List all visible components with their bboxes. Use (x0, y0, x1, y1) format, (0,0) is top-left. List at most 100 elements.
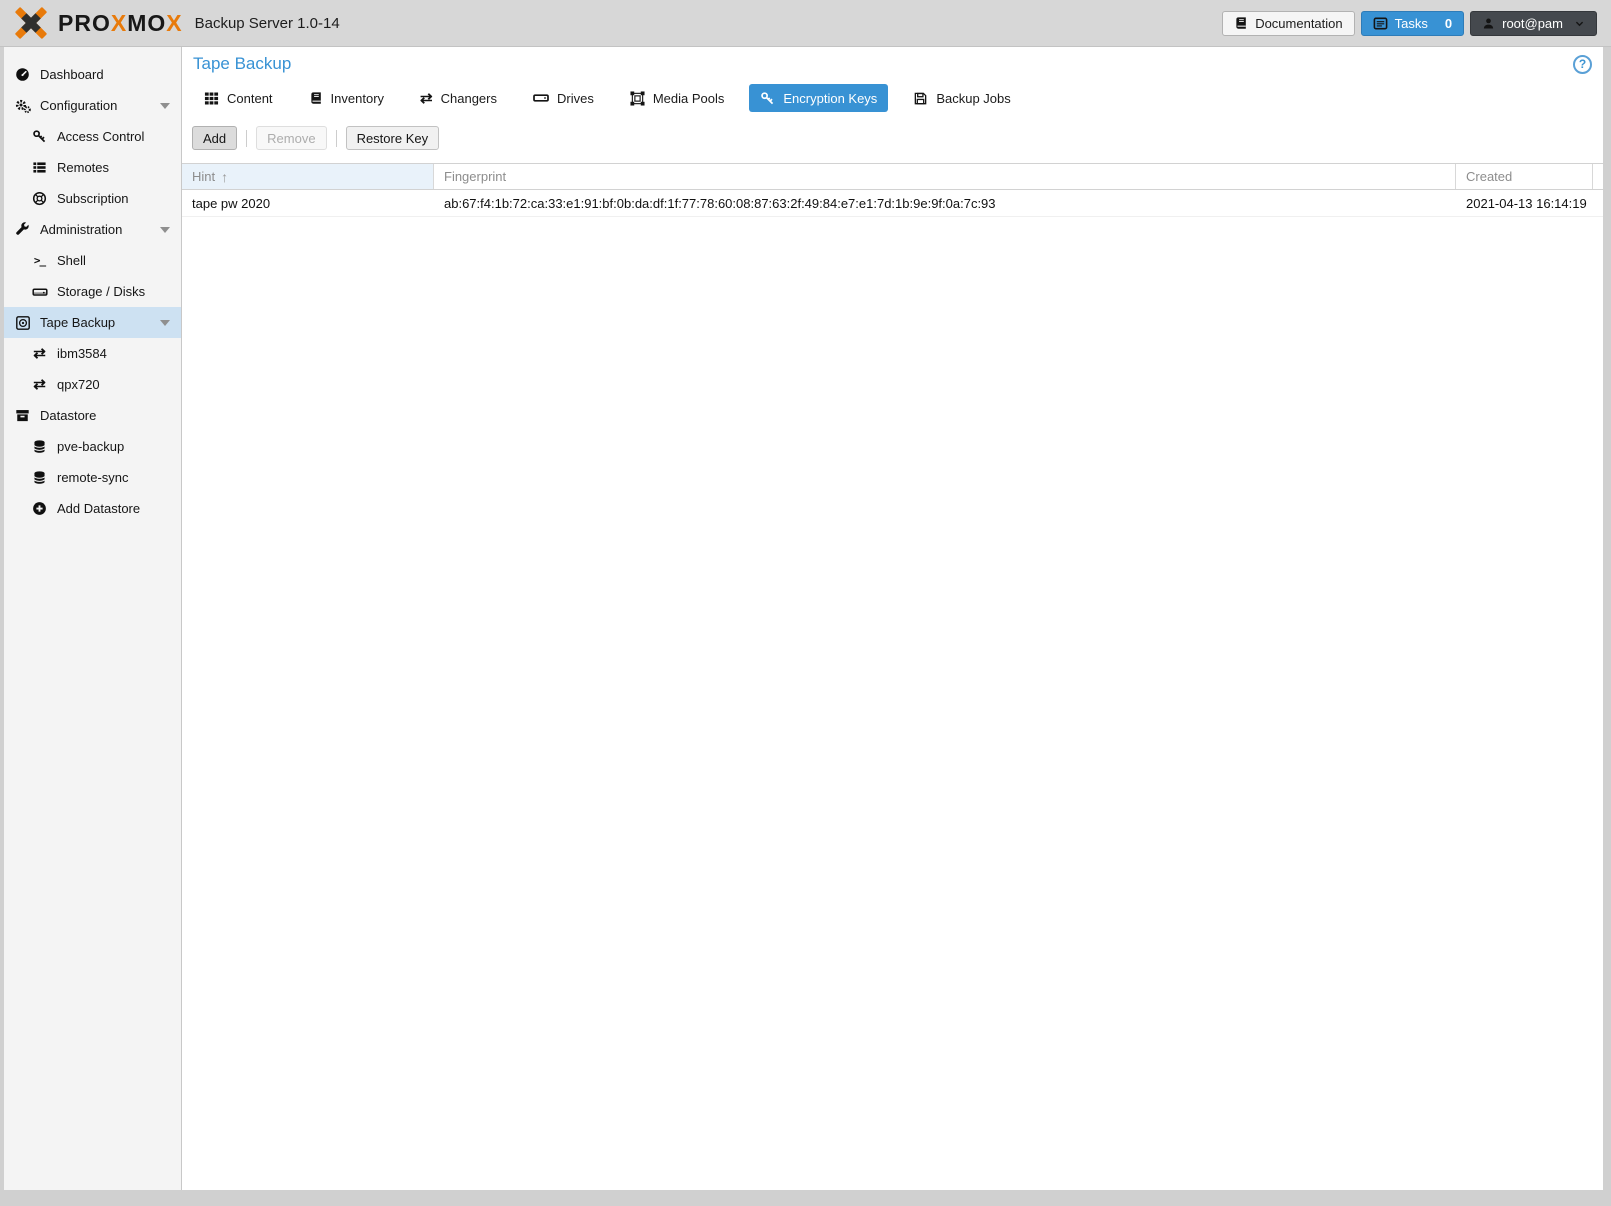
exchange-icon: ⇄ (31, 377, 48, 392)
sidebar-item-label: Administration (40, 222, 122, 237)
plus-circle-icon (31, 501, 48, 516)
sidebar-item-label: Dashboard (40, 67, 104, 82)
gears-icon (14, 98, 31, 114)
tab-changers[interactable]: ⇄ Changers (409, 84, 508, 112)
book-icon (309, 91, 323, 105)
tab-bar: Content Inventory ⇄ Changers Drives (182, 84, 1603, 112)
tab-label: Media Pools (653, 91, 725, 106)
cell-created: 2021-04-13 16:14:19 (1456, 196, 1593, 211)
dashboard-icon (14, 67, 31, 82)
tasks-label: Tasks (1395, 16, 1428, 31)
collapse-arrow-icon[interactable] (160, 227, 170, 233)
sidebar-item-label: Storage / Disks (57, 284, 145, 299)
documentation-button[interactable]: Documentation (1222, 11, 1354, 36)
column-header-hint[interactable]: Hint ↑ (182, 164, 434, 189)
proxmox-logo: PROXMOX (10, 6, 183, 40)
encryption-key-row[interactable]: tape pw 2020 ab:67:f4:1b:72:ca:33:e1:91:… (182, 190, 1603, 217)
sidebar-item-label: Access Control (57, 129, 144, 144)
tab-media-pools[interactable]: Media Pools (619, 84, 736, 112)
sidebar-item-remote-sync[interactable]: remote-sync (4, 462, 181, 493)
sidebar-item-dashboard[interactable]: Dashboard (4, 59, 181, 90)
top-bar: PROXMOX Backup Server 1.0-14 Documentati… (0, 0, 1611, 47)
remove-button[interactable]: Remove (256, 126, 326, 150)
sidebar-item-qpx720[interactable]: ⇄ qpx720 (4, 369, 181, 400)
content-panel: Tape Backup ? Content Inventory ⇄ Change… (182, 47, 1603, 1190)
task-list-icon (1373, 16, 1388, 31)
sort-up-icon: ↑ (221, 169, 228, 185)
sidebar-item-label: remote-sync (57, 470, 129, 485)
sidebar-item-tape-backup[interactable]: Tape Backup (4, 307, 181, 338)
sidebar-item-label: Datastore (40, 408, 96, 423)
sidebar-item-label: ibm3584 (57, 346, 107, 361)
tab-label: Drives (557, 91, 594, 106)
cell-hint: tape pw 2020 (182, 196, 434, 211)
tab-backup-jobs[interactable]: Backup Jobs (902, 84, 1021, 112)
user-icon (1482, 17, 1495, 30)
collapse-arrow-icon[interactable] (160, 103, 170, 109)
user-menu-button[interactable]: root@pam (1470, 11, 1597, 36)
save-icon (913, 91, 928, 106)
column-header-fingerprint[interactable]: Fingerprint (434, 164, 1456, 189)
column-header-created[interactable]: Created (1456, 164, 1593, 189)
restore-key-button[interactable]: Restore Key (346, 126, 440, 150)
product-version: Backup Server 1.0-14 (195, 15, 340, 32)
toolbar-separator (246, 130, 247, 147)
tab-label: Content (227, 91, 273, 106)
life-ring-icon (31, 191, 48, 206)
sidebar-item-label: Tape Backup (40, 315, 115, 330)
sidebar-item-configuration[interactable]: Configuration (4, 90, 181, 121)
sidebar-item-pve-backup[interactable]: pve-backup (4, 431, 181, 462)
user-label: root@pam (1502, 16, 1563, 31)
book-icon (1234, 16, 1248, 30)
add-button[interactable]: Add (192, 126, 237, 150)
sidebar-item-label: pve-backup (57, 439, 124, 454)
key-icon (760, 91, 775, 106)
page-title: Tape Backup (193, 54, 291, 74)
sidebar-item-storage-disks[interactable]: Storage / Disks (4, 276, 181, 307)
help-icon[interactable]: ? (1573, 55, 1592, 74)
tape-icon (14, 315, 31, 331)
archive-box-icon (14, 408, 31, 423)
proxmox-x-icon (10, 6, 52, 40)
tab-label: Changers (441, 91, 497, 106)
tab-label: Inventory (331, 91, 384, 106)
tab-encryption-keys[interactable]: Encryption Keys (749, 84, 888, 112)
toolbar: Add Remove Restore Key (182, 126, 1603, 150)
sidebar-item-remotes[interactable]: Remotes (4, 152, 181, 183)
hdd-icon (533, 90, 549, 106)
sidebar-item-label: Configuration (40, 98, 117, 113)
exchange-icon: ⇄ (420, 91, 433, 106)
database-icon (31, 439, 48, 454)
table-header: Hint ↑ Fingerprint Created (182, 163, 1603, 190)
tasks-button[interactable]: Tasks 0 (1361, 11, 1464, 36)
tasks-count-badge: 0 (1445, 16, 1452, 31)
exchange-icon: ⇄ (31, 346, 48, 361)
tab-content[interactable]: Content (193, 84, 284, 112)
wrench-icon (14, 222, 31, 237)
encryption-keys-table: Hint ↑ Fingerprint Created tape pw 2020 … (182, 163, 1603, 217)
chevron-down-icon (1574, 18, 1585, 29)
sidebar-item-administration[interactable]: Administration (4, 214, 181, 245)
sidebar-item-label: Add Datastore (57, 501, 140, 516)
documentation-label: Documentation (1255, 16, 1342, 31)
toolbar-separator (336, 130, 337, 147)
sidebar-item-subscription[interactable]: Subscription (4, 183, 181, 214)
terminal-icon: >_ (31, 255, 48, 266)
sidebar-item-datastore[interactable]: Datastore (4, 400, 181, 431)
tab-label: Backup Jobs (936, 91, 1010, 106)
tab-drives[interactable]: Drives (522, 84, 605, 112)
tab-label: Encryption Keys (783, 91, 877, 106)
sidebar-item-label: qpx720 (57, 377, 100, 392)
cell-fingerprint: ab:67:f4:1b:72:ca:33:e1:91:bf:0b:da:df:1… (434, 196, 1456, 211)
sidebar-item-ibm3584[interactable]: ⇄ ibm3584 (4, 338, 181, 369)
sidebar-item-add-datastore[interactable]: Add Datastore (4, 493, 181, 524)
collapse-arrow-icon[interactable] (160, 320, 170, 326)
sidebar-item-label: Remotes (57, 160, 109, 175)
proxmox-wordmark: PROXMOX (58, 12, 183, 35)
grid-icon (204, 91, 219, 106)
sidebar-item-shell[interactable]: >_ Shell (4, 245, 181, 276)
tab-inventory[interactable]: Inventory (298, 84, 395, 112)
sidebar-item-access-control[interactable]: Access Control (4, 121, 181, 152)
sidebar-item-label: Shell (57, 253, 86, 268)
key-icon (31, 129, 48, 144)
